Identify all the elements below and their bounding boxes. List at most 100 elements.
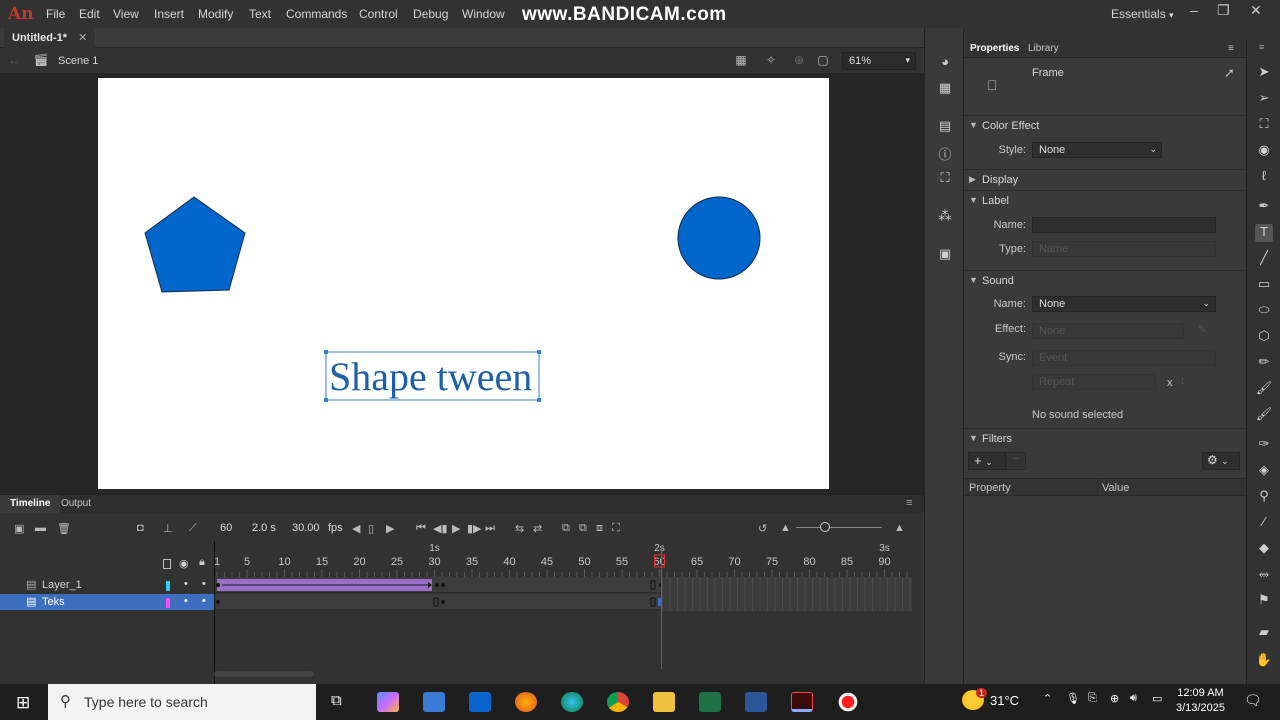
section-color-effect[interactable]: ▼ Color Effect	[964, 115, 1246, 135]
empty-frames[interactable]	[662, 577, 912, 593]
sound-name-select[interactable]: None ⌄	[1032, 296, 1216, 312]
tab-output[interactable]: Output	[61, 498, 91, 509]
stage-text[interactable]: Shape tween	[329, 354, 532, 399]
onion-skin-icon[interactable]: ⇄	[533, 522, 542, 535]
word-icon[interactable]	[745, 692, 767, 712]
frame-ruler[interactable]: 1 5 10 15 20 25 30 35 40 45 50 55 60 65 70 75 80 85 90 1s 2s…	[214, 541, 912, 577]
width-tool-icon[interactable]: ⥈	[1255, 566, 1273, 584]
delete-icon[interactable]: 🗑︎	[57, 522, 71, 535]
pencil-tool-icon[interactable]: ✏	[1255, 354, 1273, 372]
filter-settings-button[interactable]: ⚙ ⌄	[1202, 452, 1240, 470]
circle-shape[interactable]	[677, 196, 761, 280]
system-clock[interactable]: 12:09 AM 3/13/2025	[1176, 686, 1225, 716]
frame-zoom-slider[interactable]	[796, 527, 882, 528]
go-first-frame-icon[interactable]: ⏮	[416, 522, 426, 535]
back-arrow-icon[interactable]: ←	[6, 53, 22, 69]
file-explorer-icon[interactable]	[653, 692, 675, 712]
chevron-up-icon[interactable]: ⌃	[1043, 692, 1052, 705]
zoom-out-icon[interactable]: ▲	[780, 522, 791, 534]
zoom-in-icon[interactable]: ▲	[894, 522, 905, 534]
elapsed-time[interactable]: 2.0 s	[252, 522, 276, 534]
chrome-icon[interactable]	[607, 692, 629, 712]
section-sound[interactable]: ▼ Sound	[964, 270, 1246, 290]
loop-icon[interactable]: ⇆	[515, 522, 524, 535]
tab-properties[interactable]: Properties	[970, 43, 1019, 54]
firefox-icon[interactable]	[515, 692, 537, 712]
speaker-icon[interactable]: 🔊︎	[1130, 692, 1137, 705]
lock-dot[interactable]: •	[202, 595, 206, 607]
workspace-switcher[interactable]: Essentials ▾	[1111, 7, 1174, 21]
rectangle-tool-icon[interactable]: ▭	[1255, 276, 1273, 294]
menu-window[interactable]: Window	[462, 7, 505, 21]
center-stage-icon[interactable]: ⊕	[791, 53, 807, 69]
lock-icon[interactable]: 🔒︎	[199, 556, 205, 569]
step-back-icon[interactable]: ◀▮	[433, 522, 448, 535]
menu-file[interactable]: File	[46, 7, 65, 21]
bandicam-icon[interactable]	[837, 692, 859, 712]
help-icon[interactable]: ➚	[1224, 65, 1235, 81]
edit-symbol-icon[interactable]: ✧	[763, 53, 779, 69]
layer-name[interactable]: Teks	[42, 596, 65, 608]
layer-color-swatch[interactable]	[166, 581, 170, 591]
center-frame-icon[interactable]: ↺	[758, 522, 767, 535]
empty-frames[interactable]	[662, 593, 912, 611]
animate-taskbar-icon[interactable]	[791, 692, 813, 712]
align-icon[interactable]: ▤	[935, 118, 955, 136]
close-tab-icon[interactable]: ✕	[78, 32, 87, 44]
stage[interactable]: Shape tween	[98, 78, 829, 489]
tab-timeline[interactable]: Timeline	[0, 495, 61, 513]
layer-depth-icon[interactable]: ⊥	[163, 522, 173, 535]
outlook-icon[interactable]	[469, 692, 491, 712]
menu-insert[interactable]: Insert	[154, 7, 184, 21]
notifications-icon[interactable]: 🗨︎	[1244, 692, 1262, 709]
layer-color-swatch[interactable]	[166, 598, 170, 608]
excel-icon[interactable]	[699, 692, 721, 712]
3d-rotation-tool-icon[interactable]: ◉	[1255, 142, 1273, 160]
menu-text[interactable]: Text	[249, 7, 271, 21]
layer-name[interactable]: Layer_1	[42, 579, 82, 591]
pen-tool-icon[interactable]: ✒	[1255, 198, 1273, 216]
selection-tool-icon[interactable]: ➤	[1255, 64, 1273, 82]
polystar-tool-icon[interactable]: ⬡	[1255, 328, 1273, 346]
windows-start-icon[interactable]: ⊞	[16, 693, 30, 713]
pentagon-shape[interactable]	[144, 196, 246, 293]
zoom-select[interactable]: 61% ▾	[842, 52, 916, 70]
components-icon[interactable]: ⁂	[935, 208, 955, 226]
bone-tool-icon[interactable]: ✑	[1255, 436, 1273, 454]
brush-tool-icon[interactable]: 🖌︎	[1255, 406, 1273, 424]
menu-debug[interactable]: Debug	[413, 7, 448, 21]
minimize-icon[interactable]: –	[1190, 2, 1198, 18]
edit-scene-icon[interactable]: ▦	[733, 53, 749, 69]
section-filters[interactable]: ▼ Filters	[964, 428, 1246, 448]
camera-icon[interactable]: ◘	[137, 522, 144, 534]
menu-edit[interactable]: Edit	[79, 7, 100, 21]
section-label[interactable]: ▼ Label	[964, 190, 1246, 210]
transform-icon[interactable]: ⛶	[935, 170, 955, 188]
menu-modify[interactable]: Modify	[198, 7, 233, 21]
menu-commands[interactable]: Commands	[286, 7, 347, 21]
lasso-tool-icon[interactable]: ℓ	[1255, 168, 1273, 186]
clip-content-icon[interactable]: ▢	[815, 53, 831, 69]
toolbar-collapse-icon[interactable]: ≡	[1259, 42, 1264, 52]
outline-toggle-icon[interactable]	[163, 559, 171, 569]
menu-view[interactable]: View	[113, 7, 139, 21]
fit-frames-icon[interactable]: ⛶	[612, 522, 620, 535]
store-icon[interactable]	[423, 692, 445, 712]
usb-icon[interactable]: ⎘	[1088, 692, 1097, 705]
step-forward-icon[interactable]: ▮▶	[467, 522, 482, 535]
ink-bottle-tool-icon[interactable]: ⚲	[1255, 488, 1273, 506]
onion-outline-icon[interactable]: ⧉	[562, 522, 570, 535]
line-tool-icon[interactable]: ╱	[1255, 250, 1273, 268]
label-name-input[interactable]	[1032, 217, 1216, 233]
color-panel-icon[interactable]: ◕	[935, 54, 955, 72]
menu-control[interactable]: Control	[359, 7, 398, 21]
task-view-icon[interactable]: ⧉	[331, 692, 342, 709]
network-icon[interactable]: ⊕	[1110, 692, 1119, 705]
code-snippets-icon[interactable]: ▣	[935, 246, 955, 264]
battery-icon[interactable]: ▭	[1152, 692, 1162, 705]
style-select[interactable]: None ⌄	[1032, 142, 1162, 158]
tab-library[interactable]: Library	[1028, 43, 1059, 54]
edge-icon[interactable]	[561, 692, 583, 712]
close-icon[interactable]: ✕	[1250, 2, 1262, 19]
next-keyframe-icon[interactable]: ▶	[386, 522, 394, 535]
